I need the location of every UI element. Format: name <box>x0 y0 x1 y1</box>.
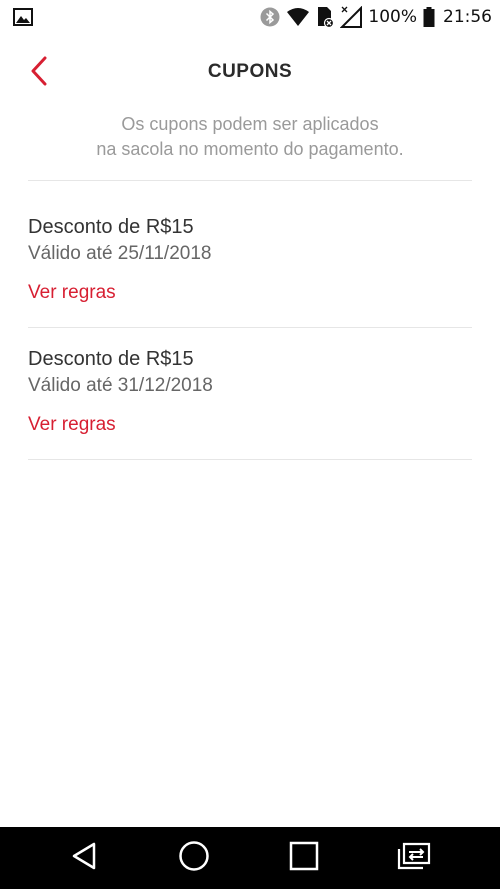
header: CUPONS <box>0 34 500 110</box>
wifi-icon <box>286 7 310 27</box>
info-text: Os cupons podem ser aplicados na sacola … <box>0 112 500 162</box>
battery-icon <box>423 7 435 27</box>
divider <box>28 327 472 328</box>
coupon-title: Desconto de R$15 <box>28 216 194 238</box>
page-title: CUPONS <box>207 61 293 82</box>
sim-icon <box>316 6 335 28</box>
coupon-item: Desconto de R$15 Válido até 31/12/2018 V… <box>28 346 472 438</box>
status-icons: 100% 21:56 <box>260 5 492 29</box>
gallery-icon <box>13 8 33 26</box>
battery-percent: 100% <box>368 7 417 27</box>
clock: 21:56 <box>443 7 492 27</box>
coupon-title: Desconto de R$15 <box>28 348 194 370</box>
home-circle-icon <box>178 840 210 877</box>
switch-app-icon <box>396 841 432 876</box>
coupon-validity: Válido até 25/11/2018 <box>28 243 212 264</box>
recents-square-icon <box>289 841 319 876</box>
nav-home-button[interactable] <box>174 839 214 877</box>
divider <box>28 459 472 460</box>
nav-recents-button[interactable] <box>284 839 324 877</box>
view-rules-link[interactable]: Ver regras <box>28 412 116 438</box>
coupon-validity: Válido até 31/12/2018 <box>28 375 213 396</box>
navigation-bar <box>0 827 500 889</box>
view-rules-link[interactable]: Ver regras <box>28 280 116 306</box>
info-text-line-1: Os cupons podem ser aplicados <box>121 114 379 134</box>
info-text-line-2: na sacola no momento do pagamento. <box>96 139 404 159</box>
bluetooth-icon <box>260 7 280 27</box>
nav-switch-app-button[interactable] <box>394 839 434 877</box>
nav-back-button[interactable] <box>64 839 104 877</box>
signal-icon <box>340 6 363 28</box>
back-triangle-icon <box>70 841 98 876</box>
coupon-item: Desconto de R$15 Válido até 25/11/2018 V… <box>28 214 472 306</box>
status-bar: 100% 21:56 <box>0 0 500 34</box>
divider <box>28 180 472 181</box>
